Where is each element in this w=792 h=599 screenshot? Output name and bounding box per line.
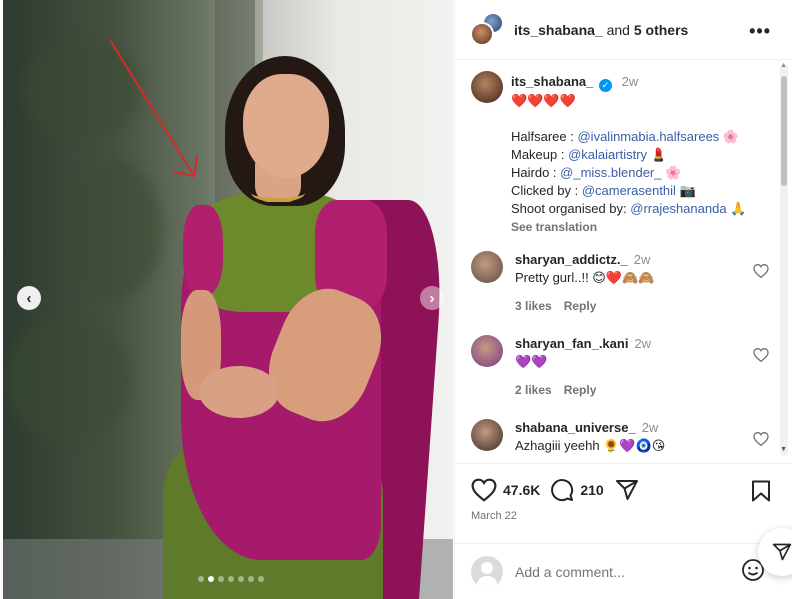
credit-label: Shoot organised by: <box>511 201 631 216</box>
comment-username[interactable]: shabana_universe_ <box>515 420 636 435</box>
current-user-avatar <box>471 555 503 588</box>
scroll-down-arrow-icon[interactable]: ▼ <box>780 446 787 453</box>
carousel-dot <box>248 576 254 582</box>
comment-meta: 3 likes Reply <box>515 297 735 315</box>
mention-link[interactable]: @rrajeshananda <box>630 201 726 216</box>
comment-body: sharyan_fan_.kani 2w 💜💜 2 likes Reply <box>515 335 735 399</box>
post-date[interactable]: March 22 <box>471 510 517 522</box>
post-header: its_shabana_ and 5 others ••• <box>455 0 792 60</box>
comment-like-heart-icon[interactable] <box>753 347 769 363</box>
credit-emoji: 🌸 <box>661 165 682 180</box>
avatar[interactable] <box>471 419 503 451</box>
caption-credit-line: Makeup : @kalaiartistry 💄 <box>511 146 771 164</box>
chevron-left-icon: ‹ <box>26 289 32 307</box>
carousel-dot <box>198 576 204 582</box>
comment-likes[interactable]: 3 likes <box>515 299 552 313</box>
caption-credit-line: Clicked by : @camerasenthil 📷 <box>511 182 771 200</box>
previous-slide-button[interactable]: ‹ <box>17 286 41 310</box>
comment-like-heart-icon[interactable] <box>753 431 769 447</box>
more-horizontal-icon: ••• <box>749 21 771 41</box>
chevron-right-icon: › <box>429 289 435 307</box>
likes-count[interactable]: 47.6K <box>503 482 540 498</box>
verified-badge-icon: ✓ <box>599 79 612 92</box>
post-details-panel: its_shabana_ and 5 others ••• its_shaban… <box>454 0 792 599</box>
carousel-dot <box>228 576 234 582</box>
mention-link[interactable]: @_miss.blender_ <box>560 165 661 180</box>
mention-link[interactable]: @ivalinmabia.halfsarees <box>577 129 719 144</box>
credit-emoji: 💄 <box>647 147 667 162</box>
comment-body: shabana_universe_ 2w Azhagiii yeehh 🌻💜🧿😘 <box>515 419 735 455</box>
see-translation-link[interactable]: See translation <box>511 218 771 236</box>
avatar[interactable] <box>471 335 503 367</box>
reply-button[interactable]: Reply <box>564 299 597 313</box>
share-icon <box>772 543 792 561</box>
share-icon[interactable] <box>614 478 640 502</box>
add-comment-bar <box>455 543 792 599</box>
comment-username[interactable]: sharyan_fan_.kani <box>515 336 628 351</box>
credit-emoji: 🙏 <box>726 201 747 216</box>
comment-username[interactable]: sharyan_addictz._ <box>515 252 628 267</box>
post-actions: 47.6K 210 March 22 <box>455 463 792 543</box>
caption-username[interactable]: its_shabana_ <box>511 74 593 89</box>
comment-time[interactable]: 2w <box>634 336 651 351</box>
more-options-button[interactable]: ••• <box>749 21 771 42</box>
red-arrow-annotation <box>109 39 198 178</box>
others-link[interactable]: 5 others <box>634 22 688 38</box>
carousel-indicator <box>198 576 264 582</box>
mention-link[interactable]: @kalaiartistry <box>568 147 647 162</box>
post-authors[interactable]: its_shabana_ and 5 others <box>514 22 688 38</box>
credit-label: Hairdo : <box>511 165 561 180</box>
comment-text: Azhagiii yeehh 🌻💜🧿😘 <box>515 438 666 453</box>
carousel-dot <box>218 576 224 582</box>
post-image[interactable]: ‹ › <box>3 0 453 599</box>
comment-likes[interactable]: 2 likes <box>515 383 552 397</box>
caption-credit-line: Hairdo : @_miss.blender_ 🌸 <box>511 164 771 182</box>
credit-label: Halfsaree : <box>511 129 578 144</box>
collab-avatars[interactable] <box>470 11 506 48</box>
comment-text: Pretty gurl..!! 😊❤️🙈🙈 <box>515 270 655 285</box>
mention-link[interactable]: @camerasenthil <box>582 183 676 198</box>
scrollbar-thumb[interactable] <box>781 76 787 186</box>
comment-input[interactable] <box>515 563 725 580</box>
comments-section[interactable]: its_shabana_ ✓ 2w ❤️❤️❤️❤️ Halfsaree : @… <box>455 61 792 461</box>
caption-emoji-line: ❤️❤️❤️❤️ <box>511 93 576 108</box>
comment-body: sharyan_addictz._ 2w Pretty gurl..!! 😊❤️🙈🙈… <box>515 251 735 315</box>
next-slide-button[interactable]: › <box>420 286 444 310</box>
comment-time[interactable]: 2w <box>634 252 651 267</box>
caption-credit-line: Halfsaree : @ivalinmabia.halfsarees 🌸 <box>511 128 771 146</box>
scroll-up-arrow-icon[interactable]: ▲ <box>780 62 787 69</box>
caption-credit-line: Shoot organised by: @rrajeshananda 🙏 <box>511 200 771 218</box>
credit-label: Clicked by : <box>511 183 582 198</box>
carousel-dot <box>258 576 264 582</box>
credit-label: Makeup : <box>511 147 569 162</box>
credit-emoji: 🌸 <box>719 129 740 144</box>
avatar <box>470 21 494 46</box>
comments-count[interactable]: 210 <box>580 482 603 498</box>
comment-icon[interactable] <box>550 478 574 502</box>
author-username[interactable]: its_shabana_ <box>514 22 603 38</box>
comment-text: 💜💜 <box>515 354 548 369</box>
carousel-dot <box>238 576 244 582</box>
avatar[interactable] <box>471 71 503 103</box>
like-heart-icon[interactable] <box>471 478 497 502</box>
avatar[interactable] <box>471 251 503 283</box>
caption-body: its_shabana_ ✓ 2w ❤️❤️❤️❤️ Halfsaree : @… <box>511 73 771 236</box>
comment-like-heart-icon[interactable] <box>753 263 769 279</box>
reply-button[interactable]: Reply <box>564 383 597 397</box>
credit-emoji: 📷 <box>675 183 696 198</box>
carousel-dot <box>208 576 214 582</box>
comments-scrollbar[interactable] <box>780 64 788 456</box>
bookmark-save-icon[interactable] <box>751 480 771 502</box>
comment-meta: 2 likes Reply <box>515 381 735 399</box>
comment-time[interactable]: 2w <box>642 420 659 435</box>
and-text: and <box>602 21 634 38</box>
caption-time[interactable]: 2w <box>622 74 639 89</box>
